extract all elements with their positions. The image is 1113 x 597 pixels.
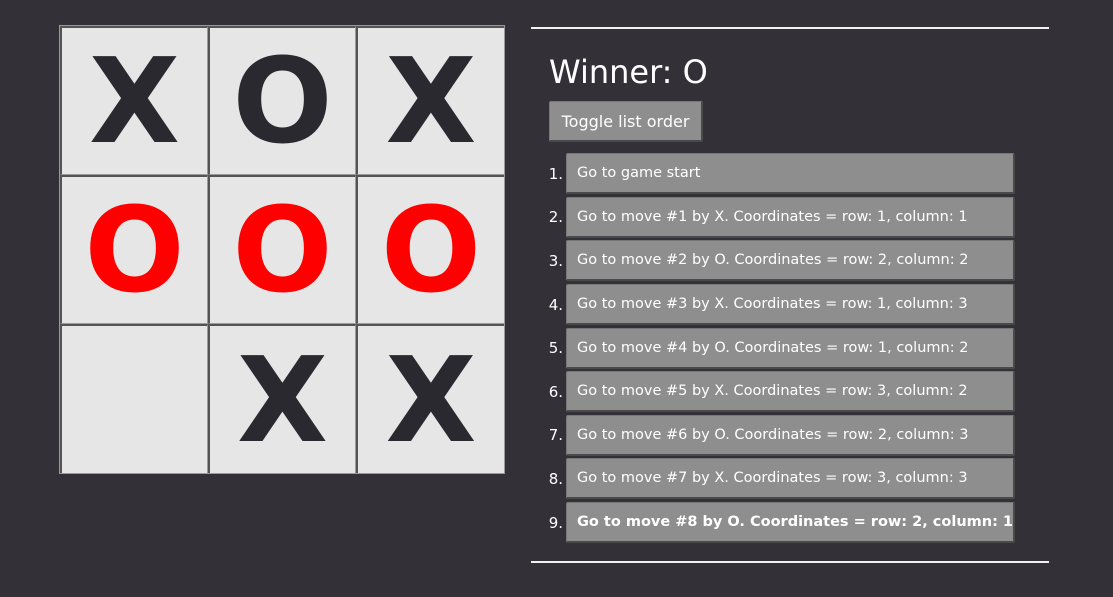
move-list-item: 1. Go to game start [531,152,1015,196]
move-button-8[interactable]: Go to move #8 by O. Coordinates = row: 2… [566,502,1015,544]
move-button-1[interactable]: Go to move #1 by X. Coordinates = row: 1… [566,196,1015,238]
move-button-5[interactable]: Go to move #5 by X. Coordinates = row: 3… [566,371,1015,413]
move-button-0[interactable]: Go to game start [566,153,1015,195]
board-square-r1-c3[interactable]: X [356,26,504,175]
move-number: 5. [548,339,563,358]
game-status: Winner: O [549,53,708,91]
board-square-r2-c1[interactable]: O [60,175,208,324]
board-square-r3-c2[interactable]: X [208,324,356,473]
move-list-item: 2. Go to move #1 by X. Coordinates = row… [531,196,1015,240]
move-button-2[interactable]: Go to move #2 by O. Coordinates = row: 2… [566,240,1015,282]
move-button-3[interactable]: Go to move #3 by X. Coordinates = row: 1… [566,284,1015,326]
move-list-item: 5. Go to move #4 by O. Coordinates = row… [531,326,1015,370]
move-list-item: 8. Go to move #7 by X. Coordinates = row… [531,457,1015,501]
move-history-list: 1. Go to game start 2. Go to move #1 by … [531,152,1015,544]
board-square-r2-c3[interactable]: O [356,175,504,324]
move-number: 2. [548,208,563,227]
move-list-item: 3. Go to move #2 by O. Coordinates = row… [531,239,1015,283]
move-number: 3. [548,251,563,270]
move-button-6[interactable]: Go to move #6 by O. Coordinates = row: 2… [566,414,1015,456]
move-button-7[interactable]: Go to move #7 by X. Coordinates = row: 3… [566,458,1015,500]
board-square-r2-c2[interactable]: O [208,175,356,324]
move-list-item: 4. Go to move #3 by X. Coordinates = row… [531,283,1015,327]
move-number: 1. [548,164,563,183]
move-list-item: 7. Go to move #6 by O. Coordinates = row… [531,414,1015,458]
game-board: X O X O O O X X [59,25,505,474]
move-number: 6. [548,382,563,401]
app-root: X O X O O O X X Winner: O Toggle list or… [0,0,1113,597]
move-number: 7. [548,426,563,445]
move-list-item: 6. Go to move #5 by X. Coordinates = row… [531,370,1015,414]
board-square-r1-c1[interactable]: X [60,26,208,175]
move-number: 8. [548,469,563,488]
board-square-r1-c2[interactable]: O [208,26,356,175]
game-info-panel: Winner: O Toggle list order 1. Go to gam… [531,27,1049,563]
move-list-item: 9. Go to move #8 by O. Coordinates = row… [531,501,1015,545]
move-number: 9. [548,513,563,532]
board-square-r3-c3[interactable]: X [356,324,504,473]
board-square-r3-c1[interactable] [60,324,208,473]
toggle-list-order-button[interactable]: Toggle list order [549,101,703,142]
move-number: 4. [548,295,563,314]
move-button-4[interactable]: Go to move #4 by O. Coordinates = row: 1… [566,327,1015,369]
